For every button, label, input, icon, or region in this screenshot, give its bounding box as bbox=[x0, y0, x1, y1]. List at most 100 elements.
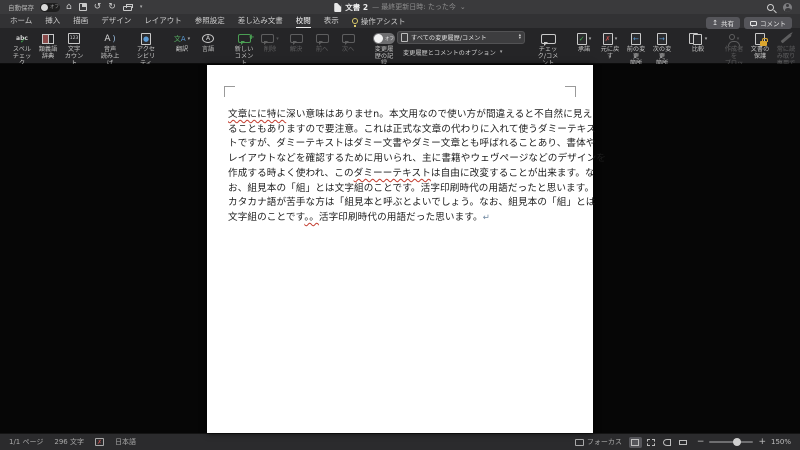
reject-caret-icon: ▾ bbox=[615, 36, 618, 42]
tab-layout[interactable]: レイアウト bbox=[144, 14, 182, 28]
thesaurus-button[interactable]: 類義語 辞典 bbox=[35, 30, 61, 61]
tab-mailings[interactable]: 差し込み文書 bbox=[238, 14, 283, 28]
lightbulb-icon bbox=[352, 18, 358, 24]
tab-design[interactable]: デザイン bbox=[101, 14, 131, 28]
zoom-slider[interactable] bbox=[709, 441, 753, 443]
spellcheck-error-text: 。。 bbox=[304, 212, 319, 223]
protect-document-button[interactable]: 文書の 保護 bbox=[747, 30, 773, 61]
comments-group: + 新しい コメント ▾ 削除 解決 前へ 次へ bbox=[228, 30, 364, 62]
spellcheck-icon: abc✓ bbox=[16, 35, 28, 42]
document-text[interactable]: 文章にに特に深い意味はありませn。本文用なので使い方が間違えると不自然に見えるこ… bbox=[228, 108, 574, 226]
comments-label: コメント bbox=[760, 18, 786, 28]
search-icon[interactable] bbox=[767, 4, 774, 11]
reject-change-button[interactable]: ✗▾ 元に戻す bbox=[597, 30, 623, 61]
tab-view[interactable]: 表示 bbox=[324, 14, 339, 28]
proofing-error-icon[interactable]: ✗ bbox=[95, 438, 104, 446]
text-segment: カタカナ語が苦手な方は「組見本と呼ぶとよいでしょう。なお、組見本の「組」とは bbox=[228, 197, 596, 208]
text-segment: ることもありますので要注意。これは正式な文章の代わりに入れて使うダミーテキス bbox=[228, 124, 596, 135]
language-button[interactable]: A 言語 bbox=[195, 30, 221, 54]
undo-icon[interactable]: ↺ bbox=[94, 3, 102, 12]
language-indicator[interactable]: 日本語 bbox=[115, 437, 136, 447]
compare-group: ▾ 比較 bbox=[682, 30, 714, 62]
document-canvas: 文章にに特に深い意味はありませn。本文用なので使い方が間違えると不自然に見えるこ… bbox=[0, 64, 800, 433]
word-count-icon: 123 bbox=[68, 33, 80, 44]
text-segment: レイアウトなどを確認するために用いられ、主に書籍やウェヴページなどのデザインを bbox=[228, 153, 606, 164]
protect-group: ▾ 作成者を ブロック 文書の 保護 常に読み取り 専用で開く bbox=[718, 30, 800, 62]
compare-button[interactable]: ▾ 比較 bbox=[685, 30, 711, 54]
print-icon[interactable] bbox=[123, 6, 132, 11]
previous-comment-label: 前へ bbox=[316, 46, 328, 53]
text-segment: 深い意味はありませn。本文用なので使い方が間違えると不自然に見え bbox=[286, 109, 592, 120]
new-comment-button[interactable]: + 新しい コメント bbox=[231, 30, 257, 68]
ribbon: abc✓ スペルチェック と文章校正 類義語 辞典 123 文字 カウント A … bbox=[0, 28, 800, 64]
tab-draw[interactable]: 描画 bbox=[73, 14, 88, 28]
redo-icon[interactable]: ↻ bbox=[108, 3, 116, 12]
compare-label: 比較 bbox=[692, 46, 704, 53]
next-change-button[interactable]: → 次の変更 箇所 bbox=[649, 30, 675, 68]
page-indicator[interactable]: 1/1 ページ bbox=[9, 437, 43, 447]
text-line: レイアウトなどを確認するために用いられ、主に書籍やウェヴページなどのデザインを bbox=[228, 152, 574, 167]
char-count[interactable]: 296 文字 bbox=[54, 437, 84, 447]
home-icon[interactable]: ⌂ bbox=[66, 3, 72, 12]
accept-change-button[interactable]: ✓▾ 承諾 bbox=[571, 30, 597, 54]
accept-caret-icon: ▾ bbox=[589, 36, 592, 42]
translate-button[interactable]: 文A▾ 翻訳 bbox=[169, 30, 195, 54]
document-page[interactable]: 文章にに特に深い意味はありませn。本文用なので使い方が間違えると不自然に見えるこ… bbox=[207, 65, 593, 433]
avatar-icon[interactable] bbox=[783, 3, 792, 12]
text-line: 文字組のことです。。活字印刷時代の用語だった思います。↵ bbox=[228, 211, 574, 226]
document-icon bbox=[334, 3, 341, 12]
document-title[interactable]: 文書 2 — 最終更新日時: たった今 ⌄ bbox=[334, 2, 466, 13]
tab-home[interactable]: ホーム bbox=[10, 14, 32, 28]
markup-stepper-icon: ▴▾ bbox=[519, 35, 521, 40]
print-layout-view-button[interactable] bbox=[629, 437, 642, 448]
autosave-label: 自動保存 bbox=[8, 2, 34, 12]
read-only-icon bbox=[781, 34, 792, 44]
track-changes-toggle[interactable]: オフ 変更履歴の記録 bbox=[371, 30, 397, 68]
previous-comment-button[interactable]: 前へ bbox=[309, 30, 335, 54]
zoom-out-button[interactable]: − bbox=[697, 438, 705, 447]
web-layout-view-button[interactable] bbox=[645, 437, 658, 448]
tab-insert[interactable]: 挿入 bbox=[45, 14, 60, 28]
read-aloud-icon: A bbox=[104, 34, 115, 44]
reject-icon: ✗ bbox=[603, 33, 613, 45]
comment-bubble-icon bbox=[750, 21, 757, 26]
next-comment-button[interactable]: 次へ bbox=[335, 30, 361, 54]
markup-display-value: すべての変更履歴/コメント bbox=[411, 33, 516, 42]
qat-customize-caret-icon[interactable]: ▾ bbox=[140, 4, 143, 10]
save-icon[interactable] bbox=[79, 3, 87, 11]
tell-me-assist[interactable]: 操作アシスト bbox=[352, 16, 406, 27]
share-button[interactable]: ↥ 共有 bbox=[706, 17, 740, 29]
protect-document-icon bbox=[755, 33, 765, 45]
read-aloud-button[interactable]: A 音声 読み上げ bbox=[97, 30, 123, 68]
document-title-status: — 最終更新日時: たった今 bbox=[372, 2, 456, 12]
check-comments-button[interactable]: チェック/コメント bbox=[535, 30, 561, 68]
paragraph-mark: ↵ bbox=[483, 213, 490, 223]
zoom-in-button[interactable]: + bbox=[758, 438, 766, 447]
word-count-button[interactable]: 123 文字 カウント bbox=[61, 30, 87, 68]
speech-group: A 音声 読み上げ bbox=[94, 30, 126, 62]
focus-mode-button[interactable]: フォーカス bbox=[575, 437, 622, 447]
markup-options-button[interactable]: 変更履歴とコメントのオプション ▾ bbox=[397, 46, 525, 58]
draft-view-button[interactable] bbox=[677, 437, 690, 448]
autosave-state: オフ bbox=[50, 4, 59, 10]
delete-comment-icon bbox=[261, 34, 274, 43]
delete-comment-button[interactable]: ▾ 削除 bbox=[257, 30, 283, 54]
outline-view-button[interactable] bbox=[661, 437, 674, 448]
language-group: 文A▾ 翻訳 A 言語 bbox=[166, 30, 224, 62]
focus-mode-icon bbox=[575, 439, 584, 446]
previous-change-button[interactable]: ← 前の変更 箇所 bbox=[623, 30, 649, 68]
markup-doc-icon bbox=[401, 33, 408, 42]
compare-caret-icon: ▾ bbox=[705, 36, 708, 42]
block-authors-icon bbox=[729, 34, 735, 40]
share-icon: ↥ bbox=[712, 19, 718, 27]
prev-change-icon: ← bbox=[631, 33, 641, 45]
ribbon-tabs: ホーム 挿入 描画 デザイン レイアウト 参照設定 差し込み文書 校閲 表示 操… bbox=[0, 14, 800, 28]
comments-button[interactable]: コメント bbox=[744, 17, 792, 29]
tab-references[interactable]: 参照設定 bbox=[195, 14, 225, 28]
tab-review[interactable]: 校閲 bbox=[296, 14, 311, 28]
zoom-slider-knob[interactable] bbox=[733, 438, 741, 446]
autosave-toggle[interactable]: オフ bbox=[40, 3, 60, 12]
resolve-comment-button[interactable]: 解決 bbox=[283, 30, 309, 54]
zoom-level[interactable]: 150% bbox=[771, 438, 791, 446]
markup-display-select[interactable]: すべての変更履歴/コメント ▴▾ bbox=[397, 31, 525, 44]
